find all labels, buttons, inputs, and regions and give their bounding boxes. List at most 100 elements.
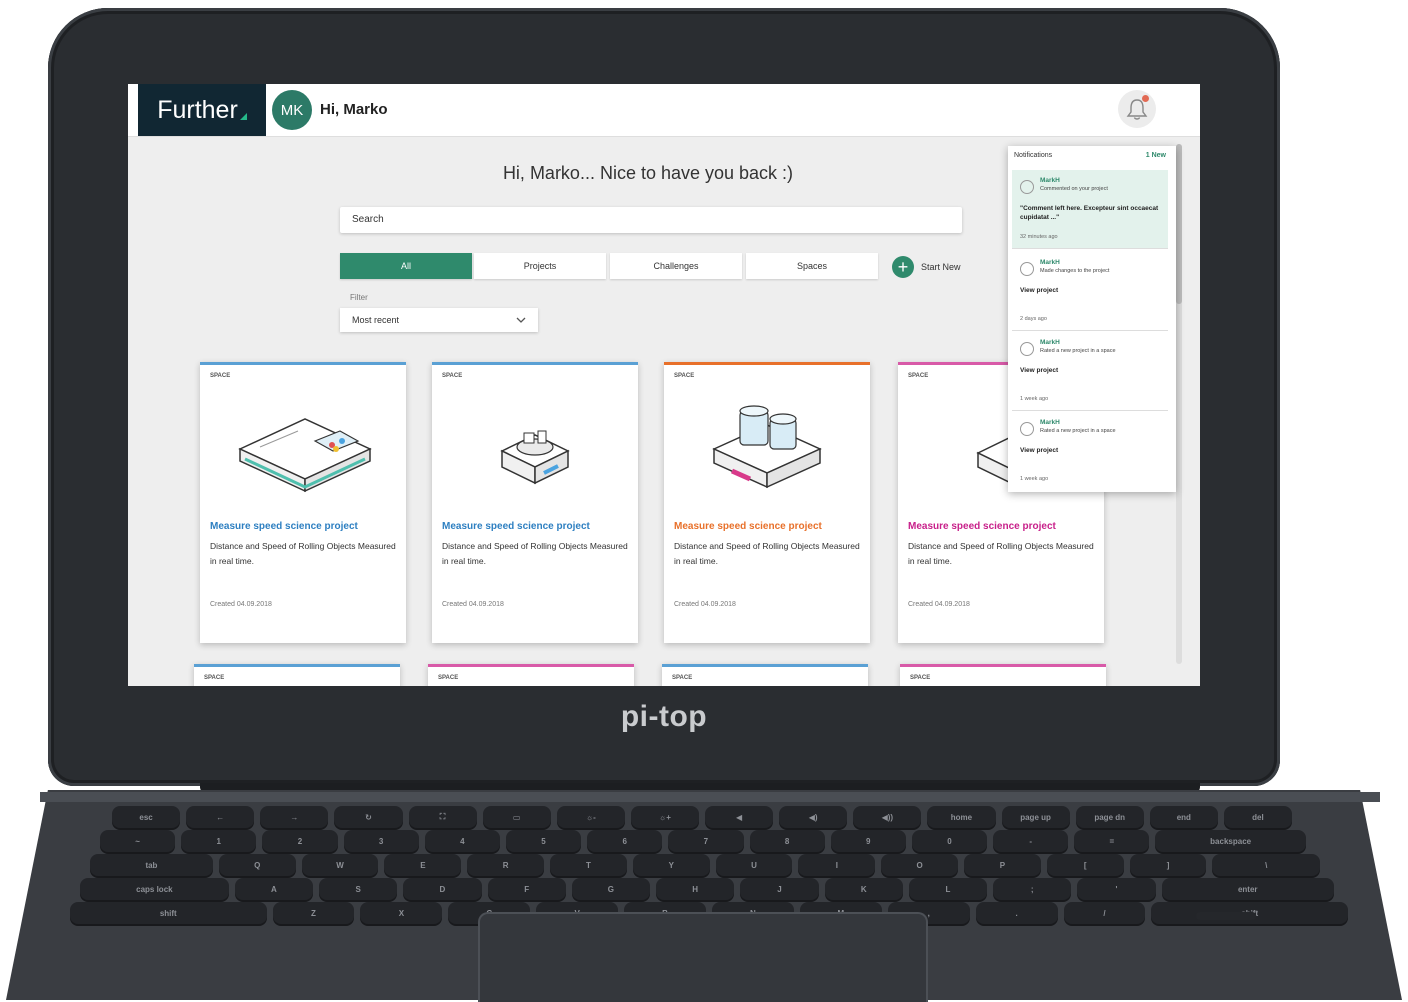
keyboard-key[interactable]: backspace <box>1155 830 1306 852</box>
project-card[interactable]: SPACE <box>900 664 1106 686</box>
keyboard-key[interactable]: ⛶ <box>408 806 477 828</box>
scrollbar-thumb[interactable] <box>1176 144 1182 304</box>
keyboard-key[interactable]: K <box>824 878 903 900</box>
view-project-link[interactable]: View project <box>1020 446 1162 455</box>
keyboard-key[interactable]: H <box>656 878 735 900</box>
project-card[interactable]: SPACE Measure speed science project Dist… <box>432 362 638 643</box>
keyboard-key[interactable]: ] <box>1129 854 1207 876</box>
card-title[interactable]: Measure speed science project <box>908 521 1056 532</box>
keyboard-key[interactable]: home <box>927 806 996 828</box>
keyboard-key[interactable]: ☼- <box>556 806 625 828</box>
keyboard-key[interactable]: / <box>1063 902 1146 924</box>
notification-item[interactable]: MarkH Made changes to the project View p… <box>1012 252 1168 331</box>
keyboard-key[interactable]: 8 <box>749 830 825 852</box>
filter-select[interactable]: Most recent <box>340 308 538 332</box>
notification-action: Commented on your project <box>1040 186 1108 192</box>
keyboard-row: ~1 2 3 4 5 6 7 8 9 0- = backspace <box>100 830 1306 852</box>
project-card[interactable]: SPACE <box>194 664 400 686</box>
touchpad[interactable] <box>478 912 928 1002</box>
keyboard-key[interactable]: ▭ <box>482 806 551 828</box>
keyboard-key[interactable]: 2 <box>262 830 338 852</box>
keyboard-key[interactable]: . <box>975 902 1058 924</box>
keyboard-key[interactable]: page dn <box>1075 806 1144 828</box>
keyboard-key[interactable]: ↻ <box>334 806 403 828</box>
keyboard-key[interactable]: 4 <box>424 830 500 852</box>
keyboard-key[interactable]: 3 <box>343 830 419 852</box>
notification-item[interactable]: MarkH Rated a new project in a space Vie… <box>1012 332 1168 411</box>
plus-icon: + <box>892 256 914 278</box>
keyboard-key[interactable]: 1 <box>181 830 257 852</box>
project-card[interactable]: SPACE <box>428 664 634 686</box>
card-title[interactable]: Measure speed science project <box>210 521 358 532</box>
keyboard-key[interactable]: page up <box>1001 806 1070 828</box>
keyboard-key[interactable]: ◀)) <box>853 806 922 828</box>
notification-item[interactable]: MarkH Rated a new project in a space Vie… <box>1012 412 1168 490</box>
keyboard-key[interactable]: Q <box>218 854 296 876</box>
notification-comment: "Comment left here. Excepteur sint occae… <box>1020 205 1159 221</box>
tab-all[interactable]: All <box>340 253 472 279</box>
keyboard-row: tab Q W E R T Y U I O P[] \ <box>90 854 1320 876</box>
start-new-button[interactable]: + Start New <box>892 256 961 278</box>
keyboard-key[interactable]: Y <box>632 854 710 876</box>
keyboard-key[interactable]: = <box>1074 830 1150 852</box>
keyboard-key[interactable]: P <box>964 854 1041 876</box>
keyboard-key[interactable]: → <box>260 806 329 828</box>
notification-user: MarkH <box>1040 339 1060 346</box>
tab-projects[interactable]: Projects <box>474 253 606 279</box>
search-input[interactable]: Search <box>340 207 962 233</box>
project-card[interactable]: SPACE <box>662 664 868 686</box>
keyboard-key[interactable]: del <box>1223 806 1292 828</box>
keyboard-key[interactable]: - <box>993 830 1069 852</box>
keyboard-key[interactable]: ◀) <box>779 806 848 828</box>
tab-challenges[interactable]: Challenges <box>610 253 742 279</box>
keyboard-key[interactable]: ← <box>186 806 255 828</box>
keyboard-key[interactable]: ; <box>993 878 1072 900</box>
keyboard-key[interactable]: F <box>487 878 566 900</box>
notifications-button[interactable] <box>1118 90 1156 128</box>
keyboard-key[interactable]: I <box>798 854 876 876</box>
view-project-link[interactable]: View project <box>1020 286 1162 295</box>
keyboard-key[interactable]: U <box>715 854 793 876</box>
keyboard-key[interactable]: ☼+ <box>630 806 699 828</box>
notification-item[interactable]: MarkH Commented on your project "Comment… <box>1012 170 1168 249</box>
keyboard-key[interactable]: O <box>881 854 959 876</box>
keyboard-key[interactable]: R <box>467 854 545 876</box>
brand-logo[interactable]: Further <box>138 84 266 136</box>
keyboard-key[interactable]: caps lock <box>80 878 229 900</box>
keyboard-key[interactable]: 7 <box>668 830 744 852</box>
keyboard-key[interactable]: D <box>403 878 482 900</box>
keyboard-key[interactable]: 5 <box>505 830 582 852</box>
project-card[interactable]: SPACE Measure speed science project Dist… <box>664 362 870 643</box>
keyboard-key[interactable]: J <box>740 878 819 900</box>
keyboard-key[interactable]: [ <box>1046 854 1124 876</box>
card-created-date: Created 04.09.2018 <box>908 601 970 608</box>
keyboard-key[interactable]: 9 <box>830 830 906 852</box>
view-project-link[interactable]: View project <box>1020 366 1162 375</box>
keyboard-key[interactable]: W <box>301 854 379 876</box>
notification-action: Made changes to the project <box>1040 268 1110 274</box>
keyboard-key[interactable]: A <box>234 878 313 900</box>
avatar[interactable]: MK <box>272 90 312 130</box>
keyboard-key[interactable]: X <box>360 902 443 924</box>
keyboard-key[interactable]: S <box>318 878 398 900</box>
keyboard-key[interactable]: E <box>384 854 462 876</box>
keyboard-key[interactable]: esc <box>112 806 181 828</box>
card-title[interactable]: Measure speed science project <box>442 521 590 532</box>
project-card[interactable]: SPACE Measure speed science project Dist… <box>200 362 406 643</box>
keyboard-key[interactable]: enter <box>1161 878 1334 900</box>
keyboard-key[interactable]: ~ <box>100 830 176 852</box>
keyboard-key[interactable]: 6 <box>587 830 663 852</box>
keyboard-key[interactable]: L <box>908 878 988 900</box>
keyboard-key[interactable]: 0 <box>911 830 988 852</box>
keyboard-key[interactable]: tab <box>90 854 213 876</box>
keyboard-key[interactable]: ' <box>1077 878 1156 900</box>
tab-spaces[interactable]: Spaces <box>746 253 878 279</box>
card-title[interactable]: Measure speed science project <box>674 521 822 532</box>
keyboard-key[interactable]: T <box>550 854 627 876</box>
keyboard-key[interactable]: shift <box>70 902 267 924</box>
keyboard-key[interactable]: Z <box>272 902 355 924</box>
keyboard-key[interactable]: ◀ <box>705 806 774 828</box>
keyboard-key[interactable]: G <box>571 878 651 900</box>
keyboard-key[interactable]: \ <box>1212 854 1320 876</box>
keyboard-key[interactable]: end <box>1149 806 1218 828</box>
